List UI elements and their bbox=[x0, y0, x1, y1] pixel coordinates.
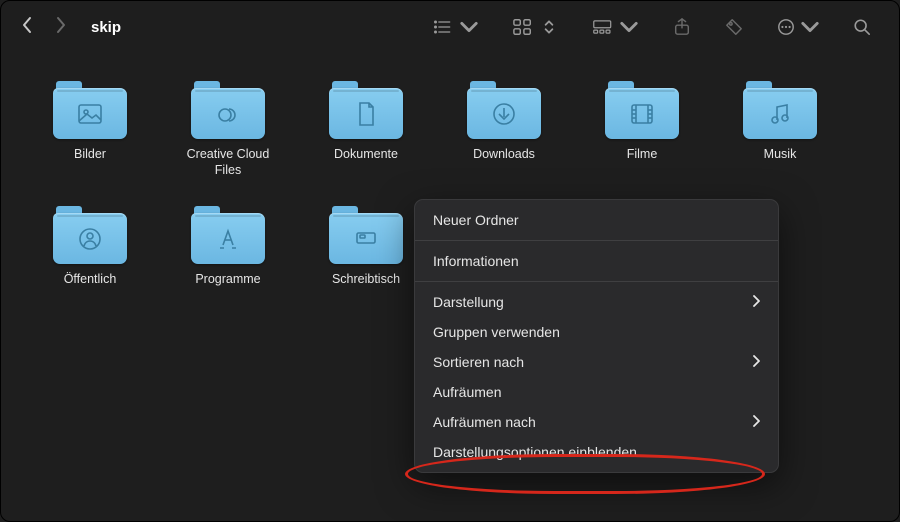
film-icon bbox=[628, 100, 656, 128]
menu-item-label: Darstellungsoptionen einblenden bbox=[433, 444, 637, 460]
folder-item-bilder[interactable]: Bilder bbox=[35, 81, 145, 178]
folder-label: Dokumente bbox=[334, 147, 398, 163]
view-list-button[interactable] bbox=[433, 18, 479, 36]
menu-item-show-view-options[interactable]: Darstellungsoptionen einblenden bbox=[415, 437, 778, 467]
toolbar: skip bbox=[1, 1, 899, 53]
folder-icon bbox=[467, 81, 541, 139]
folder-item-dokumente[interactable]: Dokumente bbox=[311, 81, 421, 178]
window-title: skip bbox=[91, 19, 121, 36]
folder-label: Öffentlich bbox=[64, 272, 117, 288]
folder-icon bbox=[53, 206, 127, 264]
menu-item-label: Informationen bbox=[433, 253, 519, 269]
document-icon bbox=[352, 100, 380, 128]
menu-separator bbox=[415, 240, 778, 241]
chevron-updown-icon bbox=[539, 18, 559, 36]
applications-icon bbox=[214, 225, 242, 253]
folder-icon bbox=[329, 81, 403, 139]
menu-item-label: Darstellung bbox=[433, 294, 504, 310]
share-button[interactable] bbox=[673, 18, 691, 36]
music-icon bbox=[766, 100, 794, 128]
back-button[interactable] bbox=[19, 16, 35, 39]
folder-label: Filme bbox=[627, 147, 658, 163]
chevron-down-icon bbox=[459, 18, 479, 36]
menu-item-use-groups[interactable]: Gruppen verwenden bbox=[415, 317, 778, 347]
folder-icon bbox=[53, 81, 127, 139]
folder-icon bbox=[191, 206, 265, 264]
folder-icon bbox=[743, 81, 817, 139]
menu-item-get-info[interactable]: Informationen bbox=[415, 246, 778, 276]
menu-item-clean-up-by[interactable]: Aufräumen nach bbox=[415, 407, 778, 437]
folder-item-downloads[interactable]: Downloads bbox=[449, 81, 559, 178]
view-icons-button[interactable] bbox=[513, 18, 559, 36]
folder-item-creative-cloud[interactable]: Creative Cloud Files bbox=[173, 81, 283, 178]
folder-label: Musik bbox=[764, 147, 797, 163]
menu-item-clean-up[interactable]: Aufräumen bbox=[415, 377, 778, 407]
search-button[interactable] bbox=[853, 18, 871, 36]
menu-item-label: Aufräumen bbox=[433, 384, 501, 400]
folder-item-filme[interactable]: Filme bbox=[587, 81, 697, 178]
folder-item-programme[interactable]: Programme bbox=[173, 206, 283, 288]
folder-item-musik[interactable]: Musik bbox=[725, 81, 835, 178]
forward-button[interactable] bbox=[53, 16, 69, 39]
menu-item-label: Aufräumen nach bbox=[433, 414, 536, 430]
menu-separator bbox=[415, 281, 778, 282]
more-button[interactable] bbox=[777, 18, 819, 36]
desktop-icon bbox=[352, 225, 380, 253]
chevron-right-icon bbox=[752, 354, 760, 370]
menu-item-label: Neuer Ordner bbox=[433, 212, 519, 228]
chevron-down-icon bbox=[619, 18, 639, 36]
folder-label: Downloads bbox=[473, 147, 535, 163]
folder-label: Creative Cloud Files bbox=[173, 147, 283, 178]
public-icon bbox=[76, 225, 104, 253]
menu-item-label: Sortieren nach bbox=[433, 354, 524, 370]
download-icon bbox=[490, 100, 518, 128]
chevron-right-icon bbox=[752, 414, 760, 430]
folder-icon bbox=[329, 206, 403, 264]
folder-label: Schreibtisch bbox=[332, 272, 400, 288]
folder-label: Programme bbox=[195, 272, 260, 288]
menu-item-label: Gruppen verwenden bbox=[433, 324, 560, 340]
folder-icon bbox=[191, 81, 265, 139]
menu-item-sort-by[interactable]: Sortieren nach bbox=[415, 347, 778, 377]
folder-item-schreibtisch[interactable]: Schreibtisch bbox=[311, 206, 421, 288]
view-gallery-button[interactable] bbox=[593, 18, 639, 36]
folder-item-oeffentlich[interactable]: Öffentlich bbox=[35, 206, 145, 288]
menu-item-new-folder[interactable]: Neuer Ordner bbox=[415, 205, 778, 235]
folder-label: Bilder bbox=[74, 147, 106, 163]
folder-icon bbox=[605, 81, 679, 139]
chevron-right-icon bbox=[752, 294, 760, 310]
menu-item-view-as[interactable]: Darstellung bbox=[415, 287, 778, 317]
chevron-down-icon bbox=[801, 18, 819, 36]
context-menu: Neuer Ordner Informationen Darstellung G… bbox=[414, 199, 779, 473]
toolbar-actions bbox=[433, 18, 871, 36]
picture-icon bbox=[76, 100, 104, 128]
creative-cloud-icon bbox=[214, 100, 242, 128]
tags-button[interactable] bbox=[725, 18, 743, 36]
nav-arrows bbox=[19, 16, 69, 39]
